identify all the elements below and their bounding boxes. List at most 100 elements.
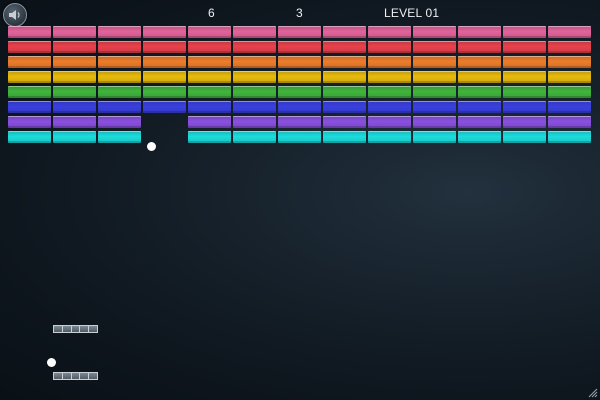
brick-blue [53,101,96,113]
brick-red [458,41,501,53]
brick-yellow [233,71,276,83]
brick-purple [503,116,546,128]
brick-cyan [8,131,51,143]
brick-green [233,86,276,98]
brick-pink [233,26,276,38]
brick-green [548,86,591,98]
sound-toggle-button[interactable] [3,3,27,27]
ball-on-paddle [47,358,56,367]
brick-yellow [98,71,141,83]
brick-yellow [458,71,501,83]
brick-cyan [188,131,231,143]
brick-orange [458,56,501,68]
brick-purple [278,116,321,128]
brick-purple [233,116,276,128]
brick-purple [98,116,141,128]
brick-blue [278,101,321,113]
brick-red [548,41,591,53]
brick-yellow [413,71,456,83]
brick-wall [0,0,600,400]
brick-blue [503,101,546,113]
brick-yellow [548,71,591,83]
brick-pink [368,26,411,38]
brick-red [278,41,321,53]
brick-red [368,41,411,53]
brick-cyan [98,131,141,143]
brick-cyan [53,131,96,143]
brick-yellow [503,71,546,83]
brick-green [413,86,456,98]
brick-purple [53,116,96,128]
brick-orange [368,56,411,68]
brick-pink [188,26,231,38]
speaker-icon [9,10,20,20]
brick-yellow [8,71,51,83]
brick-cyan [413,131,456,143]
brick-purple [458,116,501,128]
brick-pink [503,26,546,38]
brick-blue [458,101,501,113]
player-paddle[interactable] [53,372,98,380]
brick-cyan [233,131,276,143]
brick-purple [368,116,411,128]
brick-orange [8,56,51,68]
brick-red [233,41,276,53]
brick-blue [188,101,231,113]
brick-green [188,86,231,98]
level-label: LEVEL 01 [384,6,440,20]
brick-blue [548,101,591,113]
brick-green [278,86,321,98]
brick-blue [143,101,186,113]
brick-purple [188,116,231,128]
brick-blue [413,101,456,113]
brick-orange [53,56,96,68]
brick-orange [98,56,141,68]
brick-yellow [278,71,321,83]
resize-grip-icon[interactable] [586,386,598,398]
brick-yellow [143,71,186,83]
brick-pink [98,26,141,38]
brick-purple [413,116,456,128]
game-ball [147,142,156,151]
brick-orange [323,56,366,68]
brick-pink [8,26,51,38]
brick-cyan [323,131,366,143]
lives-value: 3 [296,6,303,20]
brick-pink [413,26,456,38]
brick-blue [98,101,141,113]
brick-cyan [278,131,321,143]
brick-orange [413,56,456,68]
score-value: 6 [208,6,215,20]
brick-yellow [188,71,231,83]
brick-red [53,41,96,53]
brick-orange [278,56,321,68]
upper-paddle[interactable] [53,325,98,333]
brick-green [53,86,96,98]
brick-green [98,86,141,98]
brick-pink [458,26,501,38]
brick-blue [8,101,51,113]
brick-red [323,41,366,53]
brick-green [503,86,546,98]
brick-red [188,41,231,53]
brick-pink [548,26,591,38]
brick-red [98,41,141,53]
brick-green [8,86,51,98]
brick-cyan [503,131,546,143]
brick-yellow [53,71,96,83]
brick-pink [143,26,186,38]
brick-pink [53,26,96,38]
brick-red [503,41,546,53]
brick-orange [188,56,231,68]
brick-purple [323,116,366,128]
brick-orange [503,56,546,68]
brick-red [143,41,186,53]
brick-orange [233,56,276,68]
game-canvas[interactable]: 6 3 LEVEL 01 [0,0,600,400]
brick-cyan [368,131,411,143]
brick-cyan [548,131,591,143]
brick-purple [8,116,51,128]
brick-blue [233,101,276,113]
brick-pink [323,26,366,38]
brick-cyan [458,131,501,143]
